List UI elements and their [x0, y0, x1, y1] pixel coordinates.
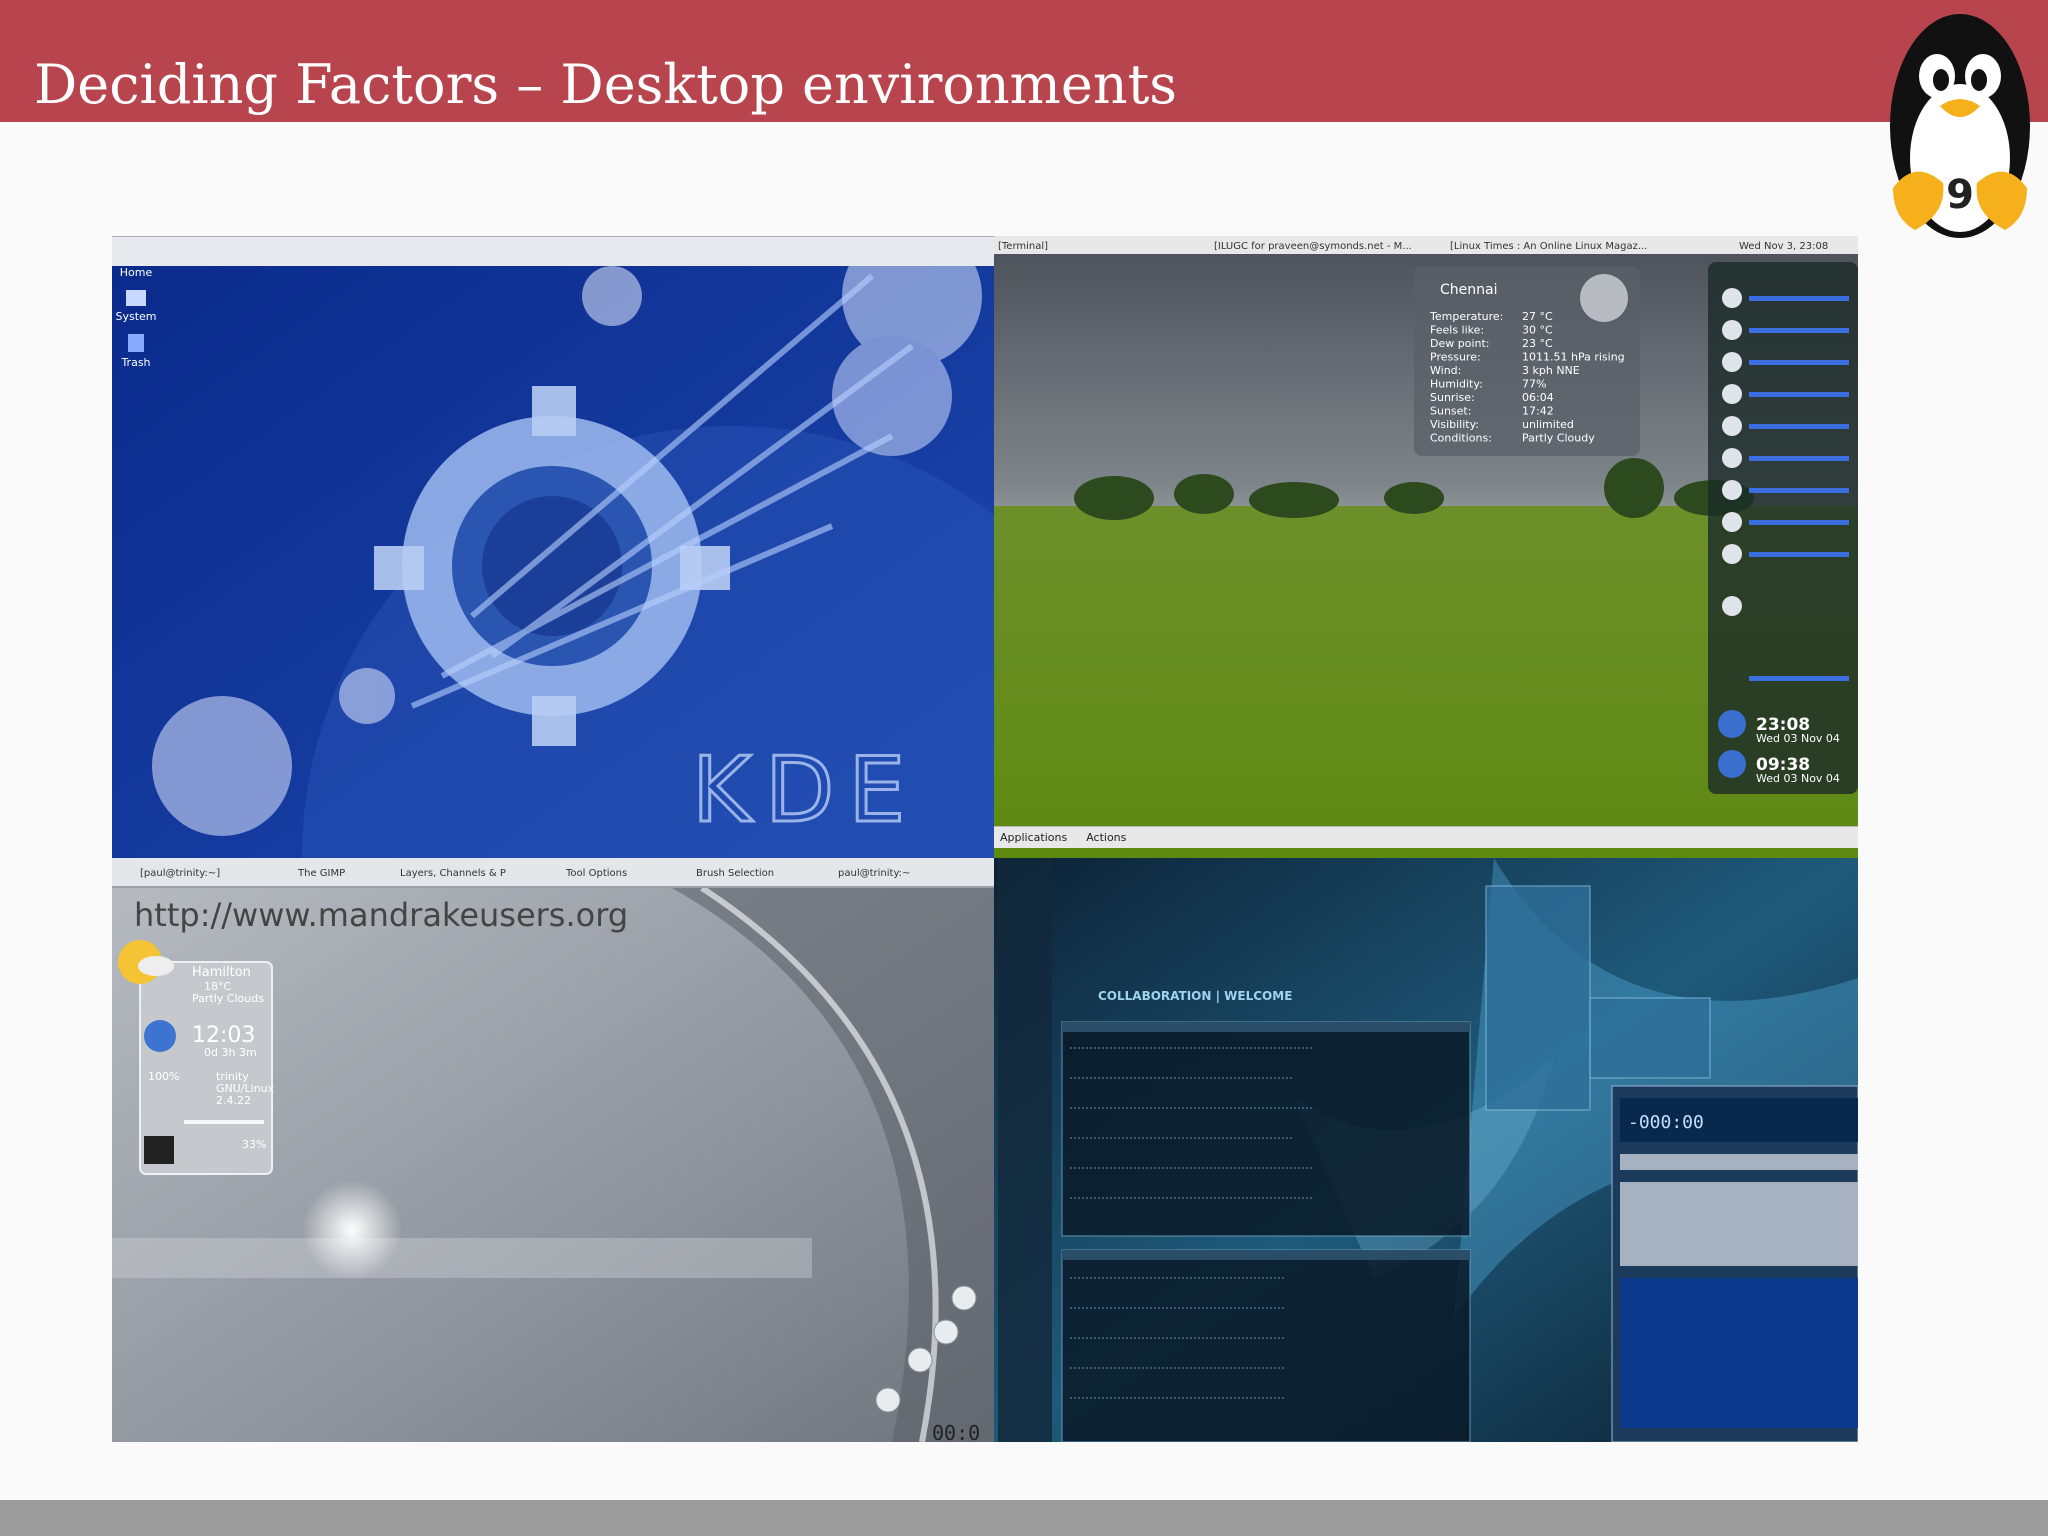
- clock-icon: [1718, 710, 1746, 738]
- fluxbox-desktop-screenshot: COLLABORATION | WELCOME -000:00: [994, 858, 1858, 1442]
- mandrake-taskbar-item[interactable]: Tool Options: [565, 868, 627, 879]
- clock-icon: [144, 1020, 176, 1052]
- gnome-task-terminal[interactable]: [Terminal]: [998, 241, 1048, 252]
- widget-kernel: 2.4.22: [216, 1094, 251, 1107]
- widget-condition: Partly Clouds: [192, 992, 264, 1005]
- mandrake-url-text: http://www.mandrakeusers.org: [134, 896, 628, 934]
- desktop-screenshot-collage: KDE Home System Trash [Terminal] [ILUGC …: [112, 236, 1858, 1442]
- terminal-window-top[interactable]: [1061, 1021, 1471, 1237]
- weather-row-value: 1011.51 hPa rising: [1522, 351, 1625, 364]
- weather-row-value: 30 °C: [1522, 324, 1553, 337]
- kde-logo-text: KDE: [692, 738, 919, 843]
- weather-row-label: Sunset:: [1430, 405, 1471, 418]
- mandrake-taskbar-item[interactable]: The GIMP: [297, 868, 345, 879]
- svg-text:Home: Home: [120, 266, 153, 279]
- weather-row-label: Visibility:: [1430, 418, 1479, 431]
- gnome-task-browser[interactable]: [Linux Times : An Online Linux Magaz...: [1450, 241, 1647, 252]
- gnome-bottom-panel: Applications Actions: [994, 826, 1858, 848]
- fluxbox-banner: COLLABORATION | WELCOME: [1098, 989, 1292, 1003]
- clock-icon: [1718, 750, 1746, 778]
- kde-taskbar: [112, 236, 994, 266]
- mandrake-taskbar-item[interactable]: paul@trinity:~: [838, 868, 910, 879]
- weather-row-value: 3 kph NNE: [1522, 364, 1580, 377]
- xmms-time-display: -000:00: [1628, 1112, 1704, 1133]
- gnome-panel-clock[interactable]: Wed Nov 3, 23:08: [1739, 241, 1828, 252]
- gnome-task-email[interactable]: [ILUGC for praveen@symonds.net - M...: [1214, 241, 1412, 252]
- weather-row-label: Dew point:: [1430, 337, 1490, 350]
- weather-row-value: 27 °C: [1522, 310, 1553, 323]
- slide-number: 9: [1946, 172, 1974, 218]
- fluxbox-left-dock: [998, 858, 1052, 1442]
- weather-row-label: Humidity:: [1430, 378, 1483, 391]
- widget-city: Hamilton: [192, 965, 251, 980]
- gnome-applications-menu[interactable]: Applications: [1000, 831, 1067, 844]
- weather-row-value: 06:04: [1522, 391, 1554, 404]
- gnome-top-panel: [994, 236, 1858, 254]
- slide-footer: [0, 1500, 2048, 1536]
- terminal-window-bottom[interactable]: [1061, 1249, 1471, 1442]
- player-time: 00:0: [932, 1421, 980, 1442]
- widget-uptime: 0d 3h 3m: [204, 1046, 257, 1059]
- svg-text:System: System: [115, 310, 156, 323]
- slide-title: Deciding Factors – Desktop environments: [34, 53, 1178, 116]
- weather-row-label: Wind:: [1430, 364, 1461, 377]
- kde-desktop-screenshot: KDE Home System Trash: [112, 236, 994, 858]
- gnome-clock-date: Wed 03 Nov 04: [1756, 732, 1840, 745]
- gnome-actions-menu[interactable]: Actions: [1086, 831, 1126, 844]
- tux-icon: [144, 1136, 174, 1164]
- widget-cpu: 100%: [148, 1070, 179, 1083]
- mandrake-taskbar-item[interactable]: Layers, Channels & P: [400, 868, 506, 879]
- weather-row-value: 17:42: [1522, 405, 1554, 418]
- weather-city: Chennai: [1440, 282, 1497, 298]
- weather-row-label: Conditions:: [1430, 432, 1492, 445]
- weather-row-value: unlimited: [1522, 418, 1574, 431]
- mandrake-taskbar-item[interactable]: Brush Selection: [696, 868, 774, 879]
- svg-text:Trash: Trash: [120, 356, 150, 369]
- widget-time: 12:03: [192, 1023, 255, 1048]
- widget-ram: 33%: [242, 1138, 266, 1151]
- xmms-media-player[interactable]: -000:00: [1611, 1085, 1858, 1442]
- weather-row-value: 77%: [1522, 378, 1546, 391]
- gnome-clock-date: Wed 03 Nov 04: [1756, 772, 1840, 785]
- weather-row-value: Partly Cloudy: [1522, 432, 1595, 445]
- weather-row-label: Pressure:: [1430, 351, 1481, 364]
- weather-row-label: Sunrise:: [1430, 391, 1475, 404]
- weather-row-label: Feels like:: [1430, 324, 1484, 337]
- mandrake-taskbar-item[interactable]: [paul@trinity:~]: [140, 868, 220, 879]
- mandrake-sysmon-widget: Hamilton 18°C Partly Clouds 12:03 0d 3h …: [118, 940, 275, 1175]
- weather-row-label: Temperature:: [1429, 310, 1503, 323]
- mandrake-desktop-screenshot: [paul@trinity:~] The GIMP Layers, Channels…: [112, 858, 994, 1442]
- gnome-desktop-screenshot: [Terminal] [ILUGC for praveen@symonds.ne…: [994, 236, 1858, 858]
- tux-penguin-logo: 9: [1890, 14, 2030, 238]
- weather-row-value: 23 °C: [1522, 337, 1553, 350]
